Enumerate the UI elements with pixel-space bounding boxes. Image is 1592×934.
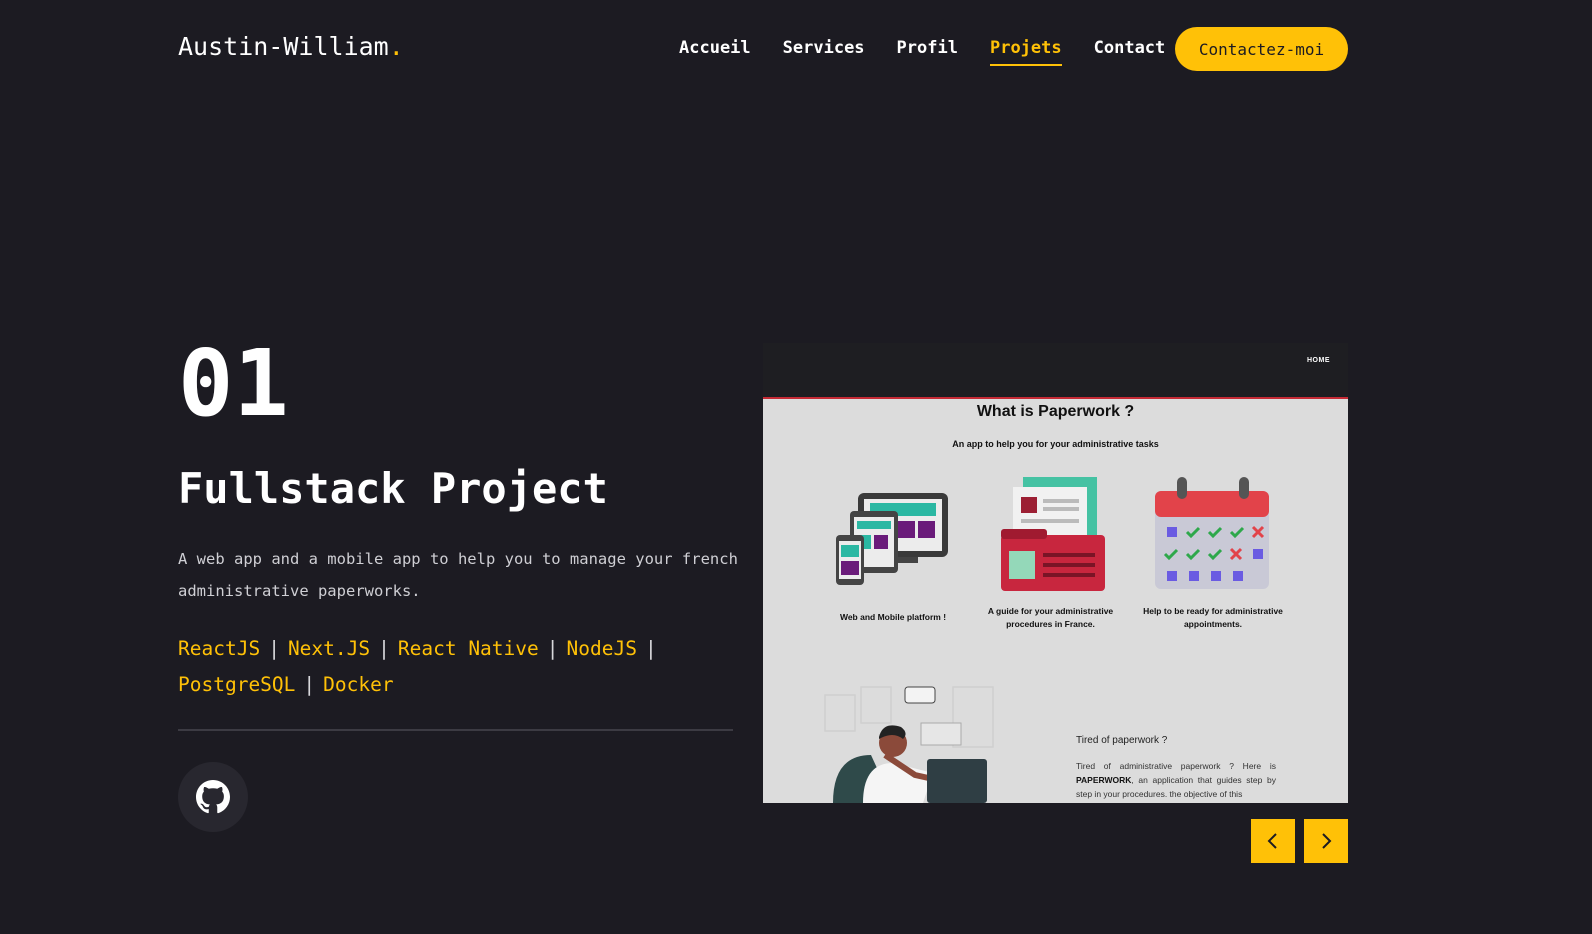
github-button[interactable] xyxy=(178,762,248,832)
logo-text: Austin-William xyxy=(178,32,389,61)
logo-dot: . xyxy=(388,32,404,61)
slider-next-button[interactable] xyxy=(1304,819,1348,863)
screenshot-nav-home: HOME xyxy=(1307,357,1330,364)
contact-button[interactable]: Contactez-moi xyxy=(1175,27,1348,71)
nav-profil[interactable]: Profil xyxy=(897,38,958,66)
tech-item: Next.JS xyxy=(287,637,371,660)
nav-accueil[interactable]: Accueil xyxy=(679,38,751,66)
divider xyxy=(178,729,733,731)
screenshot-subheading: An app to help you for your administrati… xyxy=(952,439,1159,449)
devices-illustration xyxy=(836,493,948,585)
screenshot-heading: What is Paperwork ? xyxy=(976,403,1135,420)
chevron-right-icon xyxy=(1322,833,1332,849)
project-description: A web app and a mobile app to help you t… xyxy=(178,550,738,600)
nav-services[interactable]: Services xyxy=(783,38,865,66)
project-screenshot: HOME What is Paperwork ? An app to help … xyxy=(763,343,1348,803)
feature-caption: A guide for your administrative procedur… xyxy=(987,606,1114,629)
github-icon xyxy=(196,780,230,814)
feature-caption: Web and Mobile platform ! xyxy=(839,612,947,622)
project-title: Fullstack Project xyxy=(178,464,608,513)
tech-item: React Native xyxy=(397,637,539,660)
tech-item: PostgreSQL xyxy=(178,673,296,696)
tech-stack: ReactJS | Next.JS | React Native | NodeJS | Pos… xyxy=(178,637,657,696)
screenshot-tired-title: Tired of paperwork ? xyxy=(1076,735,1168,746)
person-illustration xyxy=(824,686,994,803)
calendar-illustration xyxy=(1155,477,1269,589)
slider-prev-button[interactable] xyxy=(1251,819,1295,863)
nav-projets[interactable]: Projets xyxy=(989,38,1062,66)
chevron-left-icon xyxy=(1267,833,1277,849)
screenshot-navbar: HOME xyxy=(763,343,1348,399)
project-number: 01 xyxy=(178,330,289,437)
feature-caption: Help to be ready for administrative appo… xyxy=(1143,606,1283,629)
folder-illustration xyxy=(1001,477,1105,591)
tech-item: Docker xyxy=(323,673,394,696)
nav-contact[interactable]: Contact xyxy=(1094,38,1166,66)
site-logo[interactable]: Austin-William. xyxy=(178,32,404,61)
tech-item: ReactJS xyxy=(178,637,261,660)
main-nav: Accueil Services Profil Projets Contact xyxy=(679,38,1165,66)
tech-item: NodeJS xyxy=(566,637,637,660)
screenshot-paragraph: Tired of administrative paperwork ? Here… xyxy=(1076,761,1276,799)
